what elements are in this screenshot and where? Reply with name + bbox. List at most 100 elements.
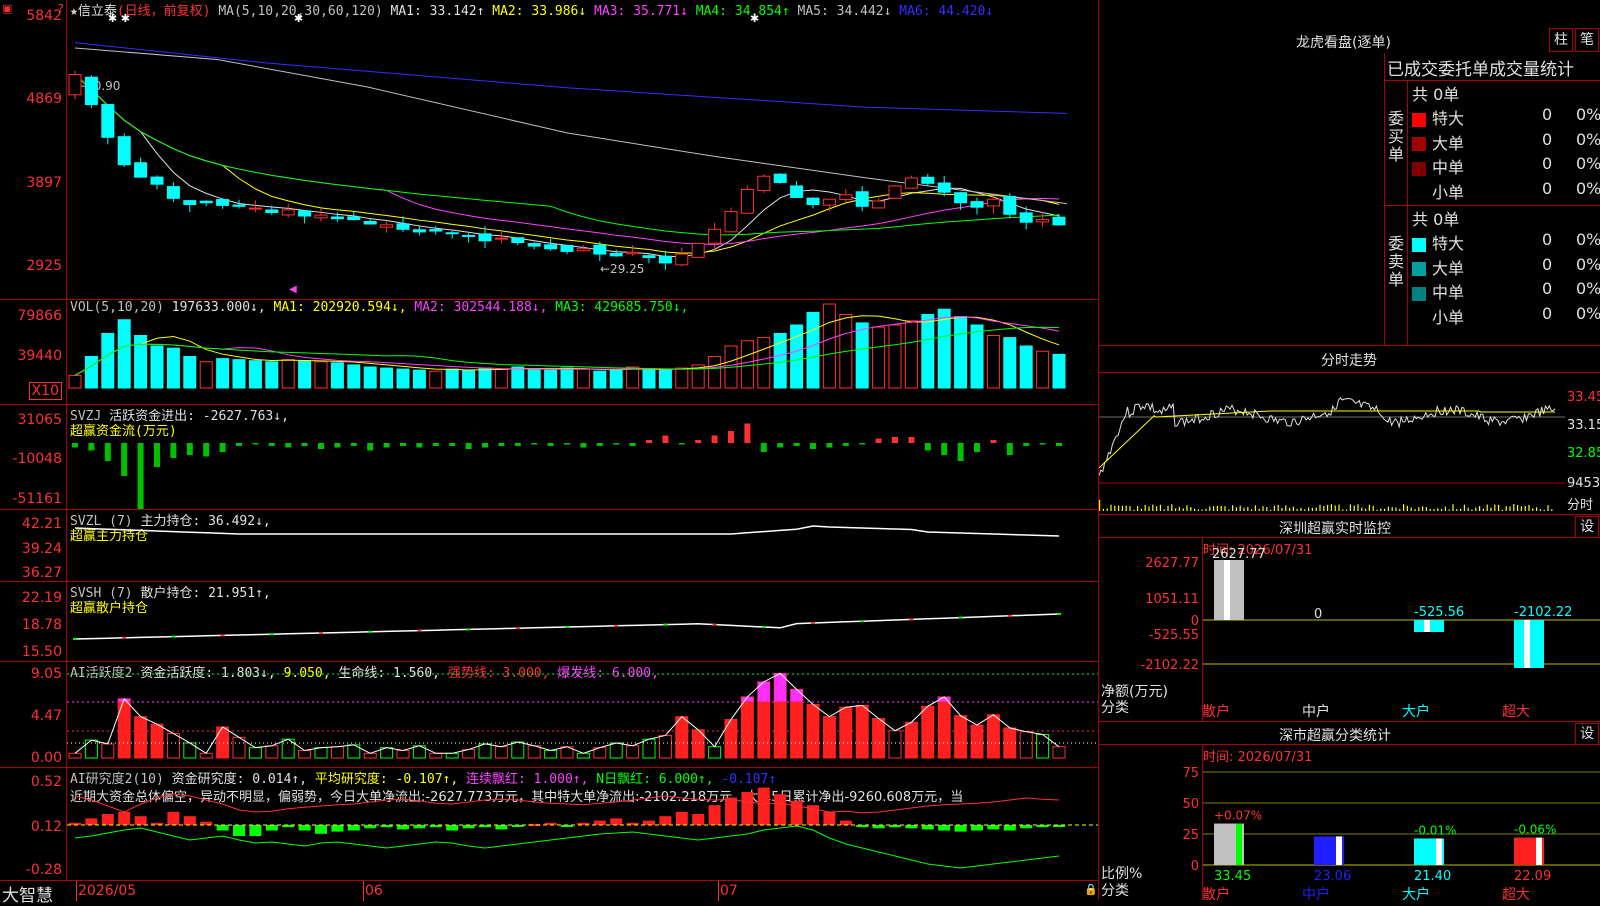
- volume-bar: [462, 369, 476, 389]
- intraday-vol-bar: [1182, 508, 1184, 511]
- activity-bar: [708, 746, 722, 759]
- intraday-vol-bar: [1513, 504, 1515, 511]
- research-bar: [1003, 825, 1016, 831]
- pen-mode-button[interactable]: 笔: [1575, 28, 1599, 52]
- svzj-axis: 31065 -10048 -51161: [0, 405, 67, 509]
- color-swatch: [1412, 112, 1426, 127]
- intraday-vol-bar: [1346, 509, 1348, 511]
- intraday-price-line: [1099, 397, 1556, 476]
- flow-bar: [957, 443, 964, 461]
- flow-bar: [186, 443, 193, 455]
- ai-activity-chart[interactable]: [67, 662, 1098, 767]
- order-count: 0: [1542, 254, 1553, 274]
- intraday-vol-bar: [1220, 505, 1222, 511]
- volume-bar: [248, 360, 262, 389]
- y-label: 0: [1191, 614, 1199, 629]
- svsh-pane[interactable]: 22.19 18.78 15.50 SVSH (7) 散户持仓: 21.951↑…: [0, 582, 1098, 662]
- candlestick-pane[interactable]: 5842 4869 3897 2925 ▣ ? ★信立泰(日线，前复权) MA(…: [0, 0, 1098, 300]
- volume-bar: [84, 356, 98, 389]
- candle: [216, 199, 230, 206]
- intraday-vol-bar: [1270, 509, 1272, 511]
- color-swatch: [1412, 286, 1426, 301]
- y-label: -2102.22: [1141, 658, 1199, 673]
- research-bar: [938, 825, 951, 831]
- bar-mode-button[interactable]: 柱: [1549, 28, 1573, 52]
- intraday-vol-bar: [1186, 505, 1188, 511]
- intraday-panel[interactable]: 分时走势 33.45 33.15 32.85 9453 分时: [1099, 346, 1600, 515]
- candle: [396, 223, 410, 230]
- sz-monitor-chart[interactable]: 2627.771051.110-525.55-2102.222627.77散户0…: [1099, 538, 1600, 721]
- flow-bar: [432, 443, 439, 446]
- flow-bar: [678, 443, 685, 445]
- candle: [527, 243, 541, 247]
- corner-marker-icon[interactable]: ▣: [2, 2, 12, 15]
- svsh-label: 15.50: [21, 644, 62, 660]
- intraday-vol-bar: [1399, 508, 1401, 511]
- flow-bar: [268, 443, 275, 446]
- flow-bar: [1056, 443, 1062, 446]
- activity-bar: [396, 749, 410, 759]
- settings-button[interactable]: 设: [1575, 516, 1599, 538]
- research-bar: [643, 820, 655, 825]
- svzj-pane[interactable]: 31065 -10048 -51161 SVZJ 活跃资金进出: -2627.7…: [0, 405, 1098, 510]
- candle: [462, 234, 476, 237]
- candlestick-chart[interactable]: ◀: [67, 0, 1098, 299]
- activity-bar: [298, 749, 312, 759]
- activity-bar: [626, 745, 640, 759]
- marker-icon: ◀: [289, 284, 297, 295]
- sz-stats-chart[interactable]: 75 50 25 0 +0.07% 33.45 散户 23.06 中户 -0.01% 21.40 大户…: [1099, 745, 1600, 900]
- y-label: 2627.77: [1145, 556, 1199, 571]
- svsh-chart[interactable]: [67, 582, 1098, 661]
- volume-bar: [199, 361, 213, 389]
- intraday-vol-bar: [1505, 506, 1507, 511]
- order-row: 小单 0 0%: [1412, 179, 1600, 202]
- flow-bar: [1039, 443, 1046, 445]
- intraday-vol-bar: [1524, 506, 1526, 511]
- settings-button[interactable]: 设: [1575, 723, 1599, 745]
- intraday-vol-bar: [1490, 507, 1492, 511]
- research-bar: [315, 825, 327, 834]
- candle: [790, 185, 804, 198]
- ai-research-chart[interactable]: [67, 768, 1098, 880]
- candle: [232, 204, 246, 207]
- volume-bar: [1019, 345, 1033, 389]
- flow-bar: [285, 443, 292, 448]
- sz-monitor-title: 深圳超赢实时监控: [1279, 521, 1391, 537]
- volume-bar: [822, 303, 836, 389]
- lock-icon[interactable]: 🔒: [1084, 883, 1098, 896]
- candle: [330, 216, 344, 220]
- intraday-vol-bar: [1148, 506, 1150, 511]
- volume-bar: [675, 367, 689, 389]
- order-pct: 0%: [1576, 303, 1600, 323]
- retail-tick: [319, 632, 323, 634]
- ai-research-pane[interactable]: 0.52 0.12 -0.28 AI研究度2(10) 资金研究度: 0.014↑…: [0, 768, 1098, 880]
- ai-activity-pane[interactable]: 9.05 4.47 0.00 AI活跃度2 资金活跃度: 1.803↓, 9.0…: [0, 662, 1098, 768]
- order-name: 大单: [1432, 258, 1465, 278]
- ai2-label: 0.12: [30, 819, 62, 835]
- intraday-vol-bar: [1205, 508, 1207, 511]
- activity-bar: [740, 696, 754, 759]
- intraday-vol-bar: [1357, 504, 1359, 511]
- svzj-chart[interactable]: [67, 405, 1098, 509]
- svzl-pane[interactable]: 42.21 39.24 36.27 SVZL (7) 主力持仓: 36.492↓…: [0, 510, 1098, 582]
- intraday-vol-bar: [1232, 505, 1234, 511]
- intraday-vol-bar: [1384, 508, 1386, 511]
- color-swatch: [1412, 186, 1426, 200]
- volume-chart[interactable]: [67, 300, 1098, 404]
- intraday-chart[interactable]: [1099, 373, 1565, 514]
- ratio-bar-highlight: [1436, 838, 1442, 865]
- svzl-chart[interactable]: [67, 510, 1098, 581]
- ratio-bar-highlight: [1536, 837, 1542, 865]
- candle: [626, 251, 640, 255]
- ai1-label: 9.05: [30, 666, 62, 682]
- intraday-vol-bar: [1300, 507, 1302, 511]
- help-icon[interactable]: ?: [58, 2, 64, 15]
- intraday-vol-bar: [1308, 507, 1310, 511]
- intraday-vol-bar: [1380, 508, 1382, 511]
- volume-pane[interactable]: 79866 39440 X10 VOL(5,10,20) 197633.000↓…: [0, 300, 1098, 405]
- flow-bar: [465, 443, 472, 449]
- activity-bar: [544, 749, 558, 759]
- candle: [68, 74, 82, 96]
- order-name: 大单: [1432, 133, 1465, 153]
- flow-bar: [170, 443, 177, 458]
